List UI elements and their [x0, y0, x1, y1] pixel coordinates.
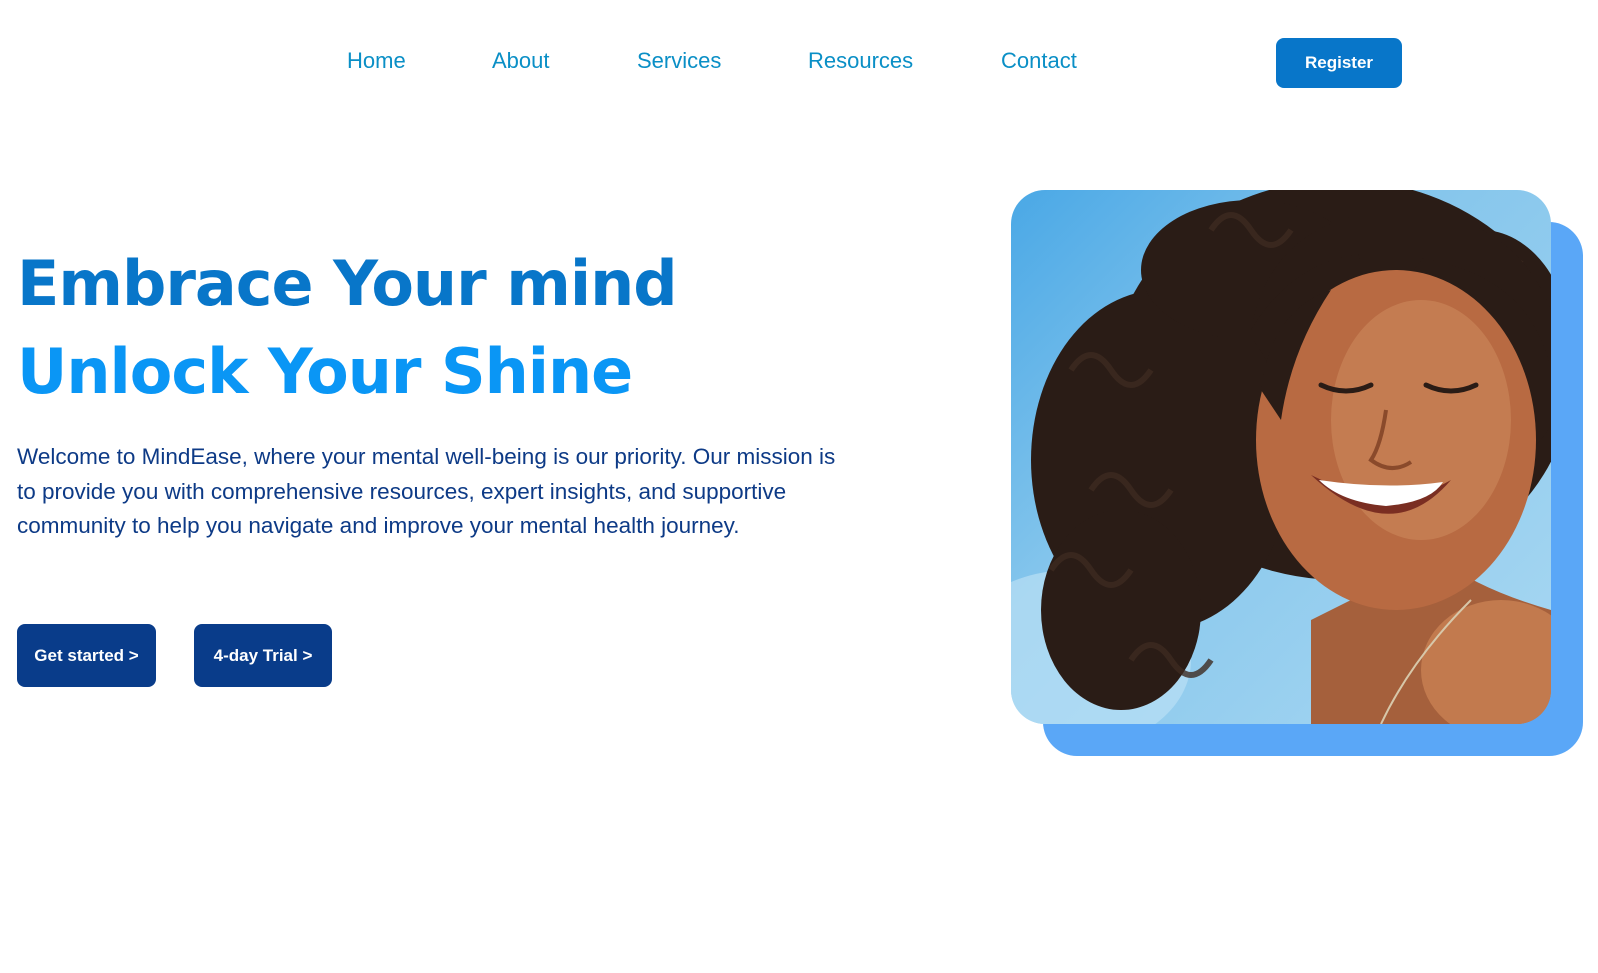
nav-link-resources[interactable]: Resources	[808, 46, 913, 76]
nav-link-about[interactable]: About	[492, 46, 550, 76]
register-button[interactable]: Register	[1276, 38, 1402, 88]
hero-image	[1011, 190, 1551, 724]
nav-link-home[interactable]: Home	[347, 46, 406, 76]
trial-button[interactable]: 4-day Trial >	[194, 624, 332, 687]
get-started-button[interactable]: Get started >	[17, 624, 156, 687]
hero-title-line-1: Embrace Your mind	[17, 247, 678, 320]
nav-link-contact[interactable]: Contact	[1001, 46, 1077, 76]
hero-title-line-2: Unlock Your Shine	[17, 335, 633, 408]
nav-link-services[interactable]: Services	[637, 46, 721, 76]
top-nav: Home About Services Resources Contact Re…	[0, 0, 1598, 125]
smiling-woman-illustration	[1011, 190, 1551, 724]
hero-description: Welcome to MindEase, where your mental w…	[17, 444, 836, 538]
